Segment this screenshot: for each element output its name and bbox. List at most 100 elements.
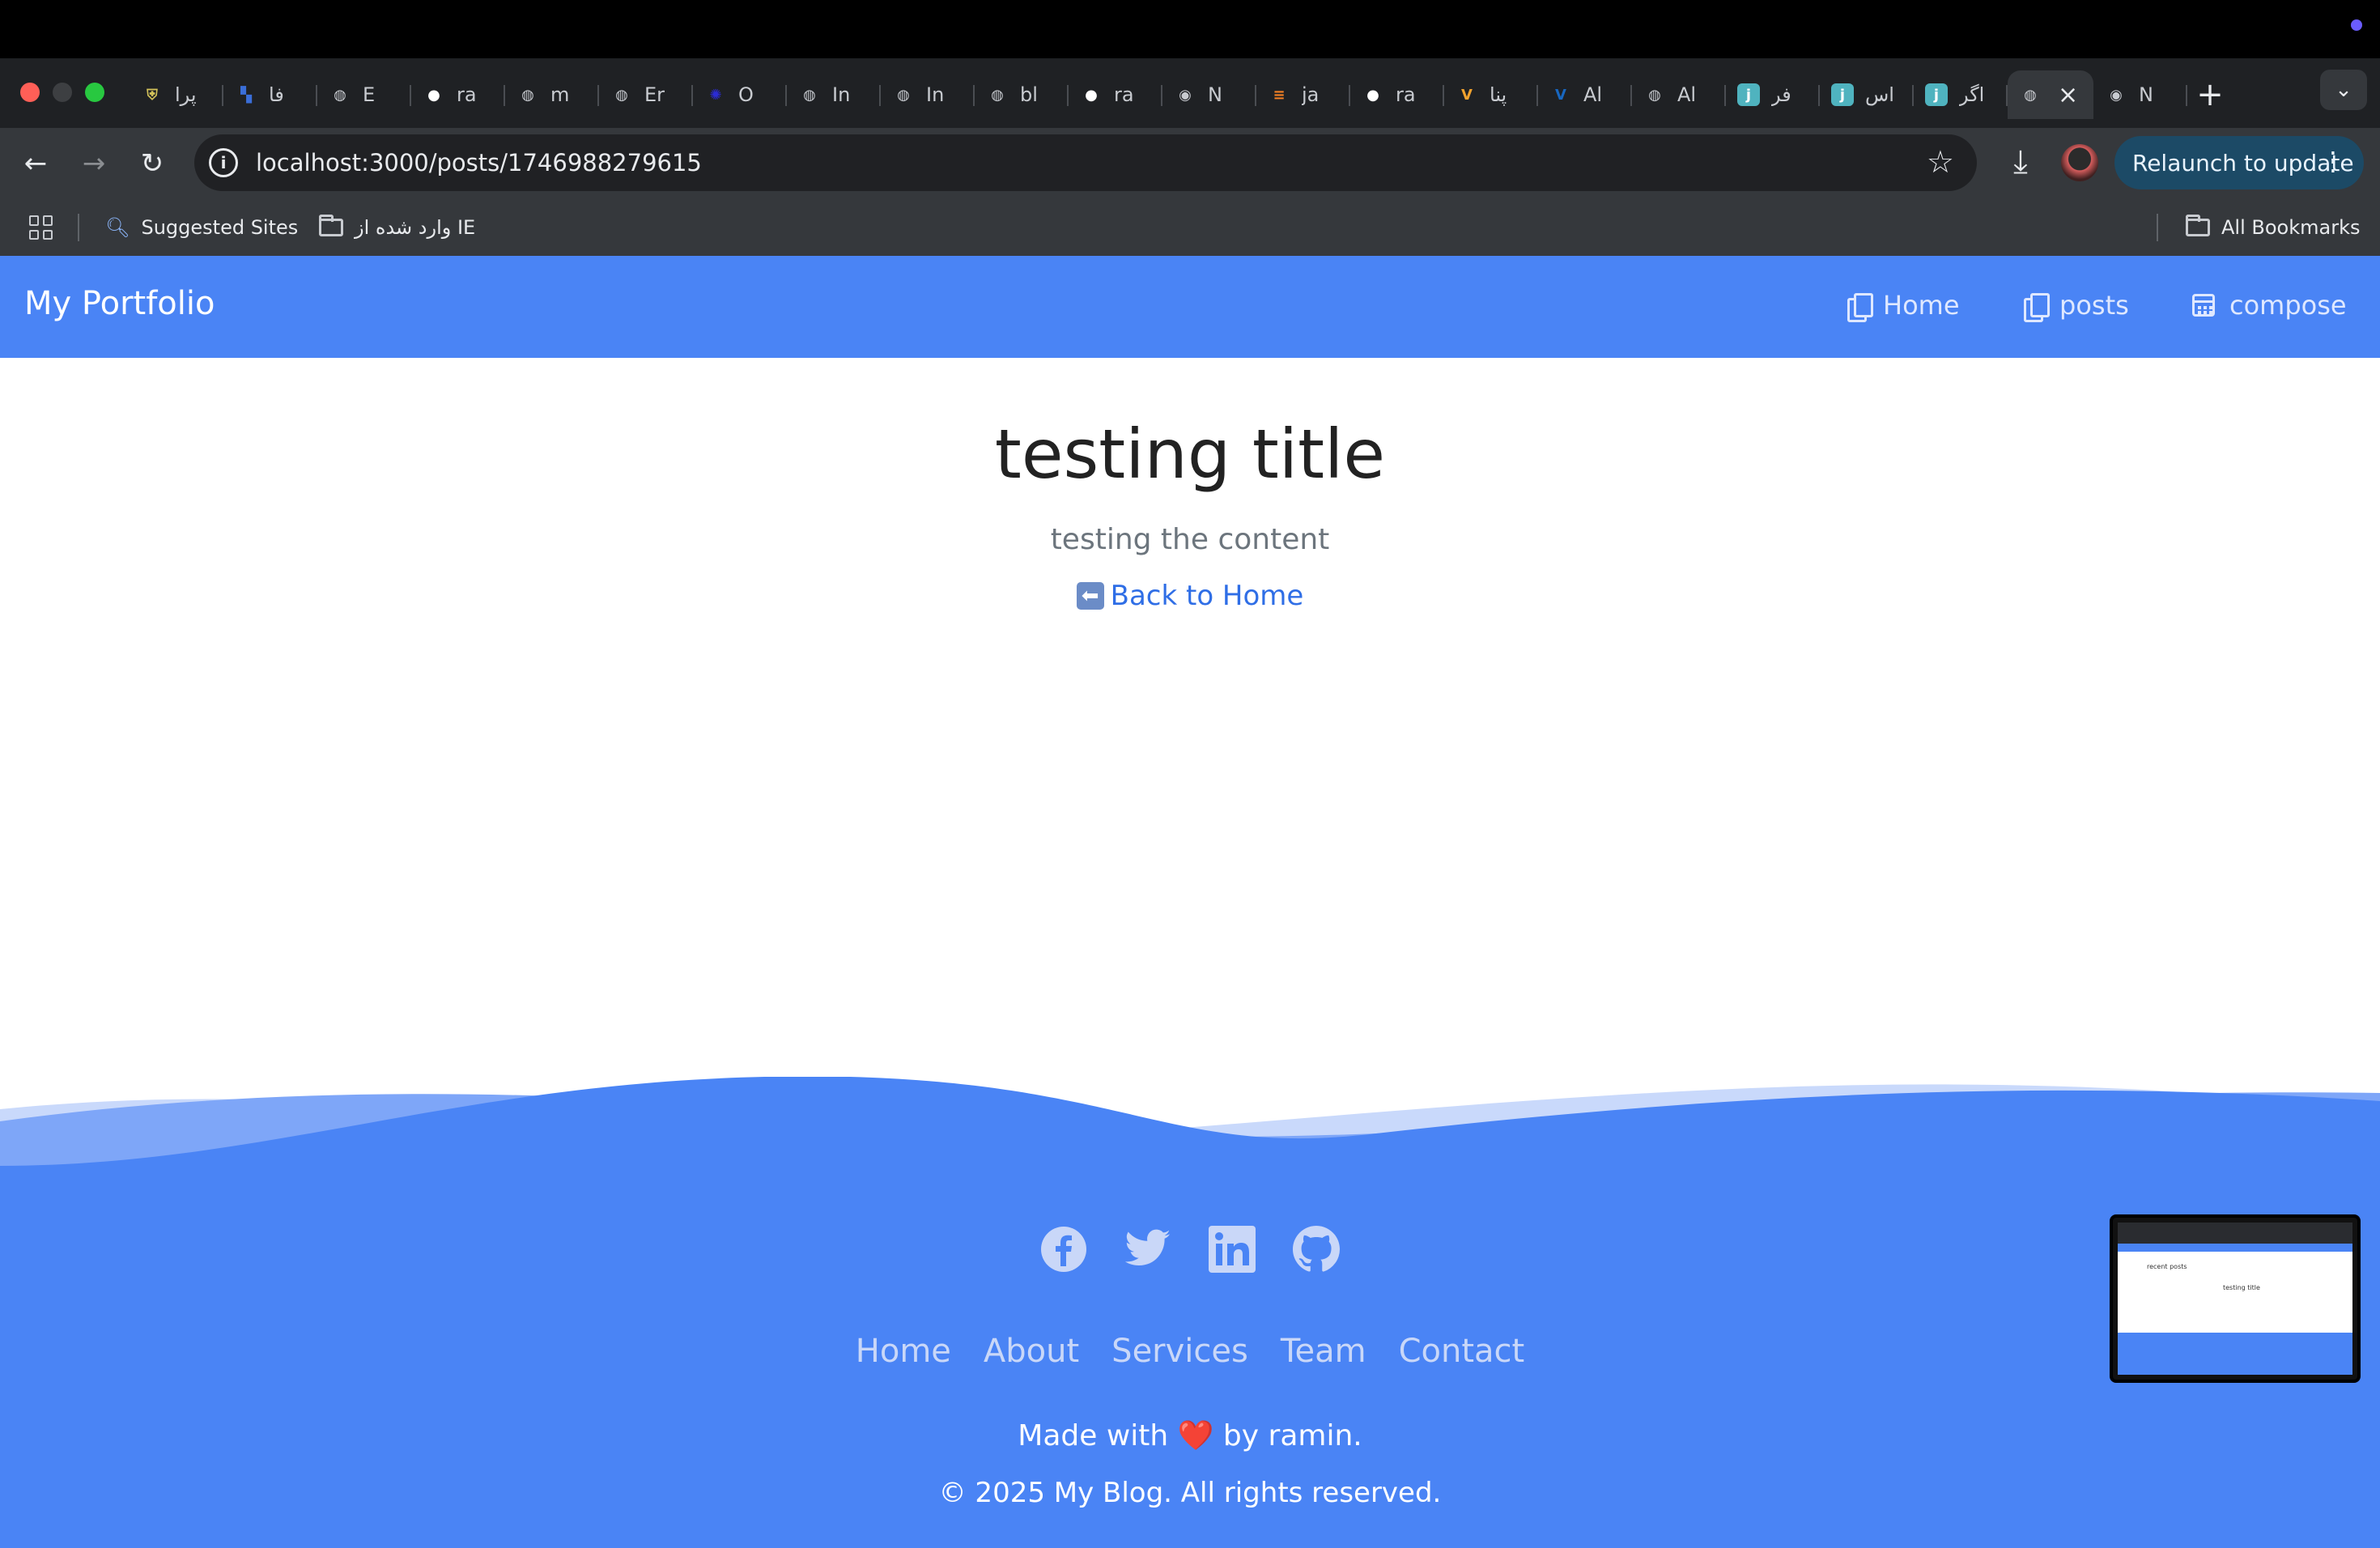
download-icon[interactable]: ⤓	[2000, 139, 2042, 185]
site-info-icon[interactable]: i	[209, 148, 238, 177]
footer-link-contact[interactable]: Contact	[1399, 1333, 1525, 1370]
tab-label: ra	[1396, 83, 1416, 106]
apps-grid-icon[interactable]	[29, 215, 53, 240]
chrome-icon: ◉	[1179, 86, 1192, 104]
back-link-label: Back to Home	[1110, 580, 1304, 612]
browser-tab[interactable]: ● ra	[1350, 70, 1444, 119]
close-window-button[interactable]	[20, 83, 40, 102]
browser-tab-active[interactable]: ◍ ×	[2008, 70, 2093, 119]
browser-tab[interactable]: ◉ N	[1162, 70, 1256, 119]
j-icon: j	[1737, 83, 1760, 106]
nav-compose[interactable]: compose	[2192, 290, 2347, 321]
thumbnail-heading: recent posts	[2147, 1263, 2187, 1270]
browser-tab[interactable]: ● ra	[1069, 70, 1162, 119]
browser-tab[interactable]: ● ra	[411, 70, 505, 119]
status-dot-icon	[2351, 19, 2362, 31]
github-icon[interactable]	[1293, 1226, 1340, 1273]
j-icon: j	[1925, 83, 1948, 106]
tabs-list: ⛨ پرا ▚ فا ◍ E ● ra ◍ m ◍ Er ✺ O ◍ In ◍ In ◍ bl ● ra ◉ N ≡ ja ● ra V…	[130, 66, 2233, 123]
tab-label: N	[1208, 83, 1222, 106]
globe-icon: ◍	[521, 86, 534, 104]
globe-icon: ◍	[334, 86, 346, 104]
tab-label: m	[550, 83, 570, 106]
thumbnail-navbar	[2118, 1244, 2352, 1252]
browser-tab[interactable]: j فر	[1726, 70, 1820, 119]
tab-label: اگر	[1959, 83, 1985, 106]
browser-tab[interactable]: ◍ In	[787, 70, 881, 119]
facebook-icon[interactable]	[1040, 1226, 1087, 1273]
search-icon: 🔍︎	[105, 216, 130, 239]
nav-home[interactable]: Home	[1847, 290, 1960, 322]
more-menu-icon[interactable]: ⋮	[2320, 146, 2346, 176]
browser-tab[interactable]: j اس	[1820, 70, 1914, 119]
minimize-window-button[interactable]	[53, 83, 72, 102]
new-tab-button[interactable]: +	[2187, 70, 2233, 119]
tab-label: ra	[457, 83, 477, 106]
tab-search-button[interactable]: ⌄	[2320, 70, 2367, 110]
browser-tab[interactable]: j اگر	[1914, 70, 2008, 119]
address-bar[interactable]: i localhost:3000/posts/1746988279615 ☆	[194, 134, 1977, 191]
reload-button[interactable]: ↻	[131, 142, 173, 185]
footer-link-home[interactable]: Home	[856, 1333, 951, 1370]
zoom-window-button[interactable]	[85, 83, 104, 102]
screenshot-thumbnail[interactable]: recent posts testing title	[2110, 1214, 2361, 1383]
browser-tab[interactable]: ◍ In	[881, 70, 975, 119]
globe-icon: ◍	[991, 86, 1004, 104]
forward-button[interactable]: →	[73, 142, 115, 185]
footer-link-about[interactable]: About	[984, 1333, 1079, 1370]
bookmark-star-icon[interactable]: ☆	[1927, 144, 1954, 180]
nav-posts[interactable]: posts	[2024, 290, 2129, 322]
browser-tab[interactable]: ◍ E	[317, 70, 411, 119]
browser-tab[interactable]: ◍ bl	[975, 70, 1069, 119]
folder-icon	[2186, 215, 2210, 236]
browser-tab[interactable]: ◍ m	[505, 70, 599, 119]
browser-tab[interactable]: ◍ Al	[1632, 70, 1726, 119]
browser-tab[interactable]: V Al	[1538, 70, 1632, 119]
github-icon: ●	[427, 86, 440, 104]
relaunch-button[interactable]: Relaunch to update ⋮	[2114, 136, 2364, 189]
back-button[interactable]: ←	[15, 142, 57, 185]
folder-icon	[319, 215, 343, 236]
thumbnail-footer	[2118, 1333, 2352, 1375]
browser-toolbar: ← → ↻ i localhost:3000/posts/17469882796…	[0, 128, 2380, 199]
browser-tab[interactable]: ◍ Er	[599, 70, 693, 119]
bookmarks-divider	[78, 214, 79, 241]
browser-tab[interactable]: ✺ O	[693, 70, 787, 119]
linkedin-icon[interactable]	[1209, 1226, 1256, 1273]
tab-label: پرا	[175, 83, 197, 106]
tab-label: اس	[1865, 83, 1894, 106]
tab-label: E	[363, 83, 376, 106]
globe-icon: ◍	[897, 86, 910, 104]
thumbnail-title: testing title	[2223, 1284, 2260, 1291]
footer-link-services[interactable]: Services	[1111, 1333, 1248, 1370]
openai-icon: ✺	[709, 86, 722, 104]
twitter-icon[interactable]	[1124, 1226, 1171, 1273]
url-text[interactable]: localhost:3000/posts/1746988279615	[256, 149, 702, 176]
tab-label: ja	[1302, 83, 1320, 106]
close-tab-icon[interactable]: ×	[2058, 81, 2078, 109]
bookmarks-divider	[2157, 214, 2158, 241]
bookmark-folder-imported[interactable]: وارد شده از IE	[319, 214, 475, 241]
brand-link[interactable]: My Portfolio	[24, 285, 215, 322]
browser-tab[interactable]: V پنا	[1444, 70, 1538, 119]
back-to-home-link[interactable]: ⬅ Back to Home	[0, 580, 2380, 612]
social-links	[0, 1226, 2380, 1273]
nav-label: compose	[2229, 290, 2347, 321]
profile-avatar[interactable]	[2061, 144, 2098, 181]
browser-tab[interactable]: ◉ N	[2093, 70, 2187, 119]
nav-label: Home	[1883, 290, 1960, 321]
site-footer: Home About Services Team Contact Made wi…	[0, 1171, 2380, 1548]
footer-link-team[interactable]: Team	[1281, 1333, 1366, 1370]
system-menu-bar	[0, 0, 2380, 58]
tab-label: In	[832, 83, 851, 106]
github-icon: ●	[1366, 86, 1379, 104]
browser-tab[interactable]: ▚ فا	[223, 70, 317, 119]
bookmark-all-bookmarks[interactable]: All Bookmarks	[2186, 214, 2360, 241]
j-icon: j	[1831, 83, 1854, 106]
browser-tab[interactable]: ≡ ja	[1256, 70, 1350, 119]
calendar-icon	[2192, 294, 2215, 317]
bookmark-suggested-sites[interactable]: 🔍︎ Suggested Sites	[105, 214, 298, 241]
tab-label: In	[926, 83, 945, 106]
copyright-text: © 2025 My Blog. All rights reserved.	[938, 1477, 1442, 1509]
browser-tab[interactable]: ⛨ پرا	[130, 70, 223, 119]
